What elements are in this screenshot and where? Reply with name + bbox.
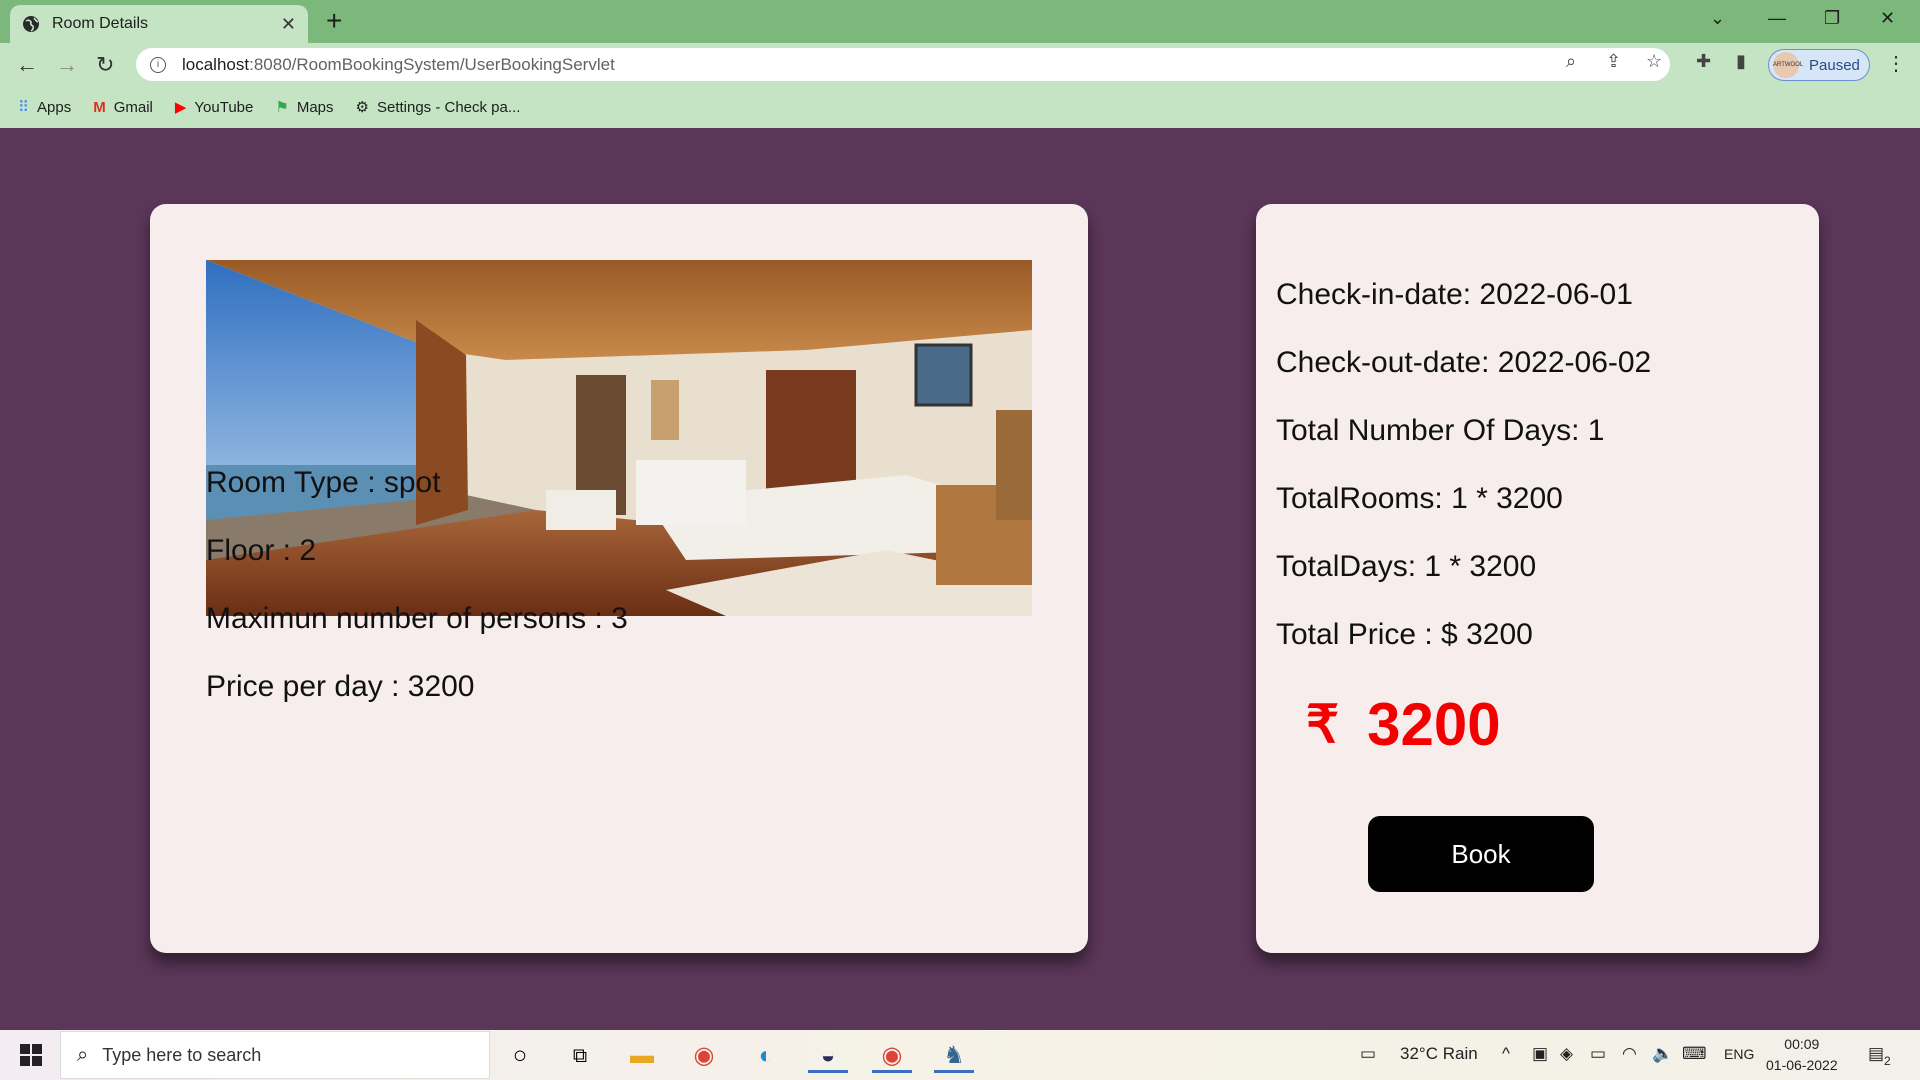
side-panel-icon[interactable]: ▮ [1736,51,1746,72]
keyboard-icon[interactable]: ⌨ [1682,1044,1707,1064]
bookmark-settings[interactable]: ⚙ Settings - Check pa... [355,98,521,117]
maps-icon: ⚑ [275,99,289,116]
more-menu-icon[interactable]: ⋮ [1886,51,1906,76]
notification-icon[interactable]: ▤ [1868,1044,1884,1064]
profile-status: Paused [1809,56,1860,74]
extensions-icon[interactable]: ✚ [1696,51,1711,72]
weather-text[interactable]: 32°C Rain [1400,1044,1478,1064]
language-indicator[interactable]: ENG [1724,1046,1754,1062]
notification-count: 2 [1884,1054,1891,1068]
eclipse-icon[interactable]: ◒ [808,1039,848,1073]
room-details-card: Room Type : spot Floor : 2 Maximun numbe… [150,204,1088,953]
tab-close-icon[interactable]: ✕ [281,14,296,35]
youtube-icon: ▶ [174,99,187,116]
windows-start-icon[interactable] [20,1044,42,1066]
total-days-calc: TotalDays: 1 * 3200 [1276,550,1537,583]
task-view-icon[interactable]: ⧉ [560,1039,600,1073]
reload-button[interactable]: ↻ [96,52,114,78]
booking-summary-card: Check-in-date: 2022-06-01 Check-out-date… [1256,204,1819,953]
checkin-date: Check-in-date: 2022-06-01 [1276,278,1633,311]
wifi-icon[interactable]: ◠ [1622,1044,1637,1064]
taskbar-search[interactable]: ⌕ Type here to search [60,1031,490,1079]
bookmark-youtube[interactable]: ▶ YouTube [174,98,254,117]
bookmarks-bar: ⠿ Apps M Gmail ▶ YouTube ⚑ Maps ⚙ Settin… [0,86,1920,128]
bookmark-gmail[interactable]: M Gmail [93,99,153,116]
gear-icon: ⚙ [355,99,369,116]
bookmark-maps[interactable]: ⚑ Maps [275,98,334,117]
minimize-button[interactable]: — [1768,8,1786,29]
chrome-icon[interactable]: ◉ [684,1039,724,1073]
chevron-up-icon[interactable]: ^ [1502,1044,1510,1064]
edge-icon[interactable]: ◐ [746,1039,786,1073]
share-icon[interactable]: ⇪ [1606,51,1621,72]
total-rooms: TotalRooms: 1 * 3200 [1276,482,1563,515]
room-max-persons: Maximun number of persons : 3 [206,602,628,635]
rupee-icon: ₹ [1306,695,1340,754]
bookmark-label: YouTube [194,98,254,116]
profile-button[interactable]: ARTWOOL Paused [1768,49,1870,81]
bookmark-label: Gmail [113,98,153,116]
bookmark-apps[interactable]: ⠿ Apps [18,98,72,117]
taskbar: ⌕ Type here to search ○ ⧉ ▬ ◉ ◐ ◒ ◉ ♞ ▭ … [0,1030,1920,1080]
tab-search-icon[interactable]: ⌄ [1710,8,1725,29]
gmail-icon: M [93,98,106,116]
clock-time: 00:09 [1784,1036,1820,1052]
bookmark-label: Apps [37,98,72,116]
checkout-date: Check-out-date: 2022-06-02 [1276,346,1652,379]
forward-button[interactable]: → [56,52,78,78]
volume-icon[interactable]: 🔈 [1652,1044,1673,1064]
bookmark-star-icon[interactable]: ☆ [1646,51,1662,72]
cortana-icon[interactable]: ○ [500,1039,540,1073]
restore-button[interactable]: ❐ [1824,8,1840,29]
new-tab-button[interactable]: + [326,6,342,36]
apps-grid-icon: ⠿ [18,99,29,116]
room-photo [206,260,1032,616]
site-info-icon[interactable]: i [150,56,166,73]
clock[interactable]: 00:09 01-06-2022 [1766,1034,1838,1076]
total-days: Total Number Of Days: 1 [1276,414,1605,447]
globe-icon [23,16,39,32]
price-display: ₹ 3200 [1306,690,1501,759]
url-host: localhost [182,54,250,74]
price-amount: 3200 [1367,691,1501,758]
close-window-button[interactable]: ✕ [1880,8,1895,29]
room-floor: Floor : 2 [206,534,317,567]
avatar: ARTWOOL [1773,52,1803,78]
back-button[interactable]: ← [16,52,38,78]
total-price: Total Price : $ 3200 [1276,618,1533,651]
search-placeholder: Type here to search [102,1044,262,1065]
weather-icon: ▭ [1360,1044,1377,1063]
bookmark-label: Settings - Check pa... [376,98,521,116]
search-icon: ⌕ [77,1043,89,1066]
battery-icon[interactable]: ▭ [1590,1044,1606,1064]
browser-toolbar: ← → ↻ i localhost:8080/RoomBookingSystem… [0,43,1920,86]
room-price-per-day: Price per day : 3200 [206,670,475,703]
meet-icon[interactable]: ▣ [1532,1044,1548,1064]
bookmark-label: Maps [296,98,334,116]
clock-date: 01-06-2022 [1766,1057,1838,1073]
url-path: :8080/RoomBookingSystem/UserBookingServl… [249,54,615,74]
book-button[interactable]: Book [1368,816,1594,892]
room-type: Room Type : spot [206,466,441,499]
tab-title: Room Details [52,15,149,32]
address-bar[interactable]: i localhost:8080/RoomBookingSystem/UserB… [136,48,1670,81]
browser-tab[interactable]: Room Details ✕ [10,5,308,43]
zoom-icon[interactable]: ⌕ [1566,51,1576,72]
postgresql-icon[interactable]: ♞ [934,1039,974,1073]
file-explorer-icon[interactable]: ▬ [622,1039,662,1073]
tab-bar: Room Details ✕ + ⌄ — ❐ ✕ [0,0,1920,43]
chrome-profile-icon[interactable]: ◉ [872,1039,912,1073]
security-icon[interactable]: ◈ [1560,1044,1573,1064]
